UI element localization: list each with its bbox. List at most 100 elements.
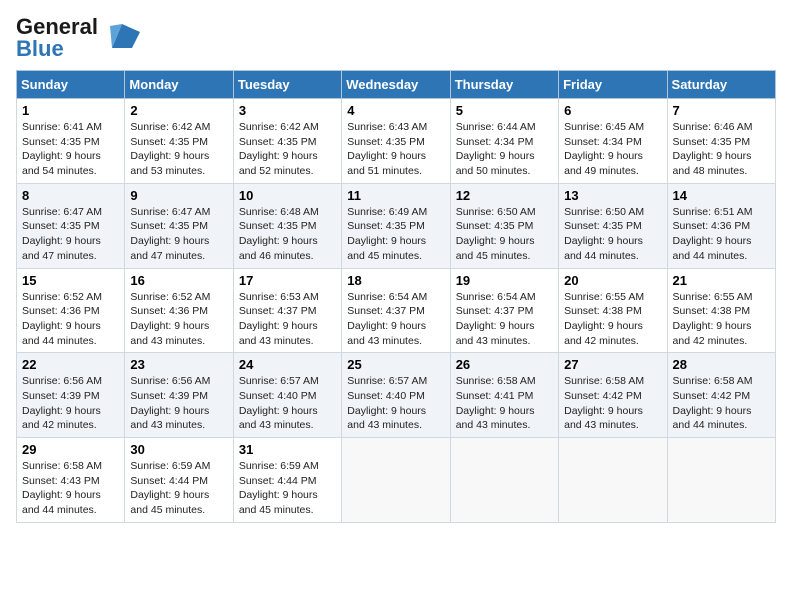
calendar-day-cell: 21 Sunrise: 6:55 AM Sunset: 4:38 PM Dayl… — [667, 268, 775, 353]
day-number: 21 — [673, 273, 770, 288]
calendar-day-cell — [667, 438, 775, 523]
day-number: 31 — [239, 442, 336, 457]
calendar-day-cell: 20 Sunrise: 6:55 AM Sunset: 4:38 PM Dayl… — [559, 268, 667, 353]
calendar-day-cell: 5 Sunrise: 6:44 AM Sunset: 4:34 PM Dayli… — [450, 99, 558, 184]
day-info: Sunrise: 6:46 AM Sunset: 4:35 PM Dayligh… — [673, 120, 770, 179]
day-number: 3 — [239, 103, 336, 118]
weekday-header: Thursday — [450, 71, 558, 99]
calendar-day-cell: 2 Sunrise: 6:42 AM Sunset: 4:35 PM Dayli… — [125, 99, 233, 184]
day-info: Sunrise: 6:42 AM Sunset: 4:35 PM Dayligh… — [239, 120, 336, 179]
day-info: Sunrise: 6:47 AM Sunset: 4:35 PM Dayligh… — [22, 205, 119, 264]
calendar-day-cell: 28 Sunrise: 6:58 AM Sunset: 4:42 PM Dayl… — [667, 353, 775, 438]
day-number: 5 — [456, 103, 553, 118]
day-number: 7 — [673, 103, 770, 118]
day-info: Sunrise: 6:59 AM Sunset: 4:44 PM Dayligh… — [239, 459, 336, 518]
day-info: Sunrise: 6:51 AM Sunset: 4:36 PM Dayligh… — [673, 205, 770, 264]
calendar-day-cell: 7 Sunrise: 6:46 AM Sunset: 4:35 PM Dayli… — [667, 99, 775, 184]
calendar-week-row: 22 Sunrise: 6:56 AM Sunset: 4:39 PM Dayl… — [17, 353, 776, 438]
day-number: 27 — [564, 357, 661, 372]
logo-icon — [102, 20, 140, 56]
day-number: 24 — [239, 357, 336, 372]
calendar-day-cell: 1 Sunrise: 6:41 AM Sunset: 4:35 PM Dayli… — [17, 99, 125, 184]
day-number: 29 — [22, 442, 119, 457]
calendar-day-cell: 24 Sunrise: 6:57 AM Sunset: 4:40 PM Dayl… — [233, 353, 341, 438]
day-info: Sunrise: 6:50 AM Sunset: 4:35 PM Dayligh… — [564, 205, 661, 264]
calendar-table: SundayMondayTuesdayWednesdayThursdayFrid… — [16, 70, 776, 523]
day-info: Sunrise: 6:58 AM Sunset: 4:42 PM Dayligh… — [673, 374, 770, 433]
day-number: 22 — [22, 357, 119, 372]
day-number: 23 — [130, 357, 227, 372]
calendar-week-row: 8 Sunrise: 6:47 AM Sunset: 4:35 PM Dayli… — [17, 183, 776, 268]
day-info: Sunrise: 6:59 AM Sunset: 4:44 PM Dayligh… — [130, 459, 227, 518]
calendar-day-cell — [559, 438, 667, 523]
day-number: 25 — [347, 357, 444, 372]
calendar-day-cell: 13 Sunrise: 6:50 AM Sunset: 4:35 PM Dayl… — [559, 183, 667, 268]
day-number: 17 — [239, 273, 336, 288]
day-number: 16 — [130, 273, 227, 288]
page-header: General Blue — [16, 16, 776, 60]
day-info: Sunrise: 6:57 AM Sunset: 4:40 PM Dayligh… — [239, 374, 336, 433]
day-info: Sunrise: 6:42 AM Sunset: 4:35 PM Dayligh… — [130, 120, 227, 179]
calendar-day-cell: 26 Sunrise: 6:58 AM Sunset: 4:41 PM Dayl… — [450, 353, 558, 438]
day-number: 4 — [347, 103, 444, 118]
calendar-week-row: 15 Sunrise: 6:52 AM Sunset: 4:36 PM Dayl… — [17, 268, 776, 353]
logo: General Blue — [16, 16, 140, 60]
calendar-header-row: SundayMondayTuesdayWednesdayThursdayFrid… — [17, 71, 776, 99]
calendar-day-cell: 25 Sunrise: 6:57 AM Sunset: 4:40 PM Dayl… — [342, 353, 450, 438]
day-info: Sunrise: 6:57 AM Sunset: 4:40 PM Dayligh… — [347, 374, 444, 433]
calendar-day-cell: 23 Sunrise: 6:56 AM Sunset: 4:39 PM Dayl… — [125, 353, 233, 438]
logo-line1: General — [16, 16, 98, 38]
day-info: Sunrise: 6:49 AM Sunset: 4:35 PM Dayligh… — [347, 205, 444, 264]
day-number: 20 — [564, 273, 661, 288]
calendar-day-cell: 27 Sunrise: 6:58 AM Sunset: 4:42 PM Dayl… — [559, 353, 667, 438]
day-number: 26 — [456, 357, 553, 372]
calendar-day-cell: 17 Sunrise: 6:53 AM Sunset: 4:37 PM Dayl… — [233, 268, 341, 353]
day-info: Sunrise: 6:54 AM Sunset: 4:37 PM Dayligh… — [456, 290, 553, 349]
calendar-week-row: 29 Sunrise: 6:58 AM Sunset: 4:43 PM Dayl… — [17, 438, 776, 523]
weekday-header: Monday — [125, 71, 233, 99]
day-info: Sunrise: 6:58 AM Sunset: 4:43 PM Dayligh… — [22, 459, 119, 518]
day-info: Sunrise: 6:53 AM Sunset: 4:37 PM Dayligh… — [239, 290, 336, 349]
day-info: Sunrise: 6:52 AM Sunset: 4:36 PM Dayligh… — [22, 290, 119, 349]
day-number: 13 — [564, 188, 661, 203]
calendar-day-cell: 6 Sunrise: 6:45 AM Sunset: 4:34 PM Dayli… — [559, 99, 667, 184]
calendar-day-cell: 8 Sunrise: 6:47 AM Sunset: 4:35 PM Dayli… — [17, 183, 125, 268]
day-info: Sunrise: 6:55 AM Sunset: 4:38 PM Dayligh… — [673, 290, 770, 349]
calendar-day-cell: 14 Sunrise: 6:51 AM Sunset: 4:36 PM Dayl… — [667, 183, 775, 268]
calendar-day-cell — [450, 438, 558, 523]
day-number: 1 — [22, 103, 119, 118]
calendar-day-cell: 22 Sunrise: 6:56 AM Sunset: 4:39 PM Dayl… — [17, 353, 125, 438]
calendar-day-cell: 11 Sunrise: 6:49 AM Sunset: 4:35 PM Dayl… — [342, 183, 450, 268]
calendar-day-cell — [342, 438, 450, 523]
weekday-header: Wednesday — [342, 71, 450, 99]
day-info: Sunrise: 6:50 AM Sunset: 4:35 PM Dayligh… — [456, 205, 553, 264]
calendar-day-cell: 10 Sunrise: 6:48 AM Sunset: 4:35 PM Dayl… — [233, 183, 341, 268]
day-info: Sunrise: 6:56 AM Sunset: 4:39 PM Dayligh… — [22, 374, 119, 433]
day-info: Sunrise: 6:54 AM Sunset: 4:37 PM Dayligh… — [347, 290, 444, 349]
calendar-day-cell: 19 Sunrise: 6:54 AM Sunset: 4:37 PM Dayl… — [450, 268, 558, 353]
day-info: Sunrise: 6:58 AM Sunset: 4:42 PM Dayligh… — [564, 374, 661, 433]
day-info: Sunrise: 6:56 AM Sunset: 4:39 PM Dayligh… — [130, 374, 227, 433]
calendar-day-cell: 4 Sunrise: 6:43 AM Sunset: 4:35 PM Dayli… — [342, 99, 450, 184]
weekday-header: Friday — [559, 71, 667, 99]
day-info: Sunrise: 6:55 AM Sunset: 4:38 PM Dayligh… — [564, 290, 661, 349]
day-info: Sunrise: 6:48 AM Sunset: 4:35 PM Dayligh… — [239, 205, 336, 264]
day-number: 18 — [347, 273, 444, 288]
day-info: Sunrise: 6:47 AM Sunset: 4:35 PM Dayligh… — [130, 205, 227, 264]
day-info: Sunrise: 6:43 AM Sunset: 4:35 PM Dayligh… — [347, 120, 444, 179]
day-info: Sunrise: 6:41 AM Sunset: 4:35 PM Dayligh… — [22, 120, 119, 179]
day-number: 28 — [673, 357, 770, 372]
day-number: 19 — [456, 273, 553, 288]
calendar-day-cell: 15 Sunrise: 6:52 AM Sunset: 4:36 PM Dayl… — [17, 268, 125, 353]
day-number: 14 — [673, 188, 770, 203]
day-number: 30 — [130, 442, 227, 457]
day-number: 10 — [239, 188, 336, 203]
calendar-day-cell: 9 Sunrise: 6:47 AM Sunset: 4:35 PM Dayli… — [125, 183, 233, 268]
day-number: 15 — [22, 273, 119, 288]
weekday-header: Tuesday — [233, 71, 341, 99]
day-number: 6 — [564, 103, 661, 118]
day-number: 12 — [456, 188, 553, 203]
day-info: Sunrise: 6:44 AM Sunset: 4:34 PM Dayligh… — [456, 120, 553, 179]
calendar-day-cell: 16 Sunrise: 6:52 AM Sunset: 4:36 PM Dayl… — [125, 268, 233, 353]
weekday-header: Sunday — [17, 71, 125, 99]
